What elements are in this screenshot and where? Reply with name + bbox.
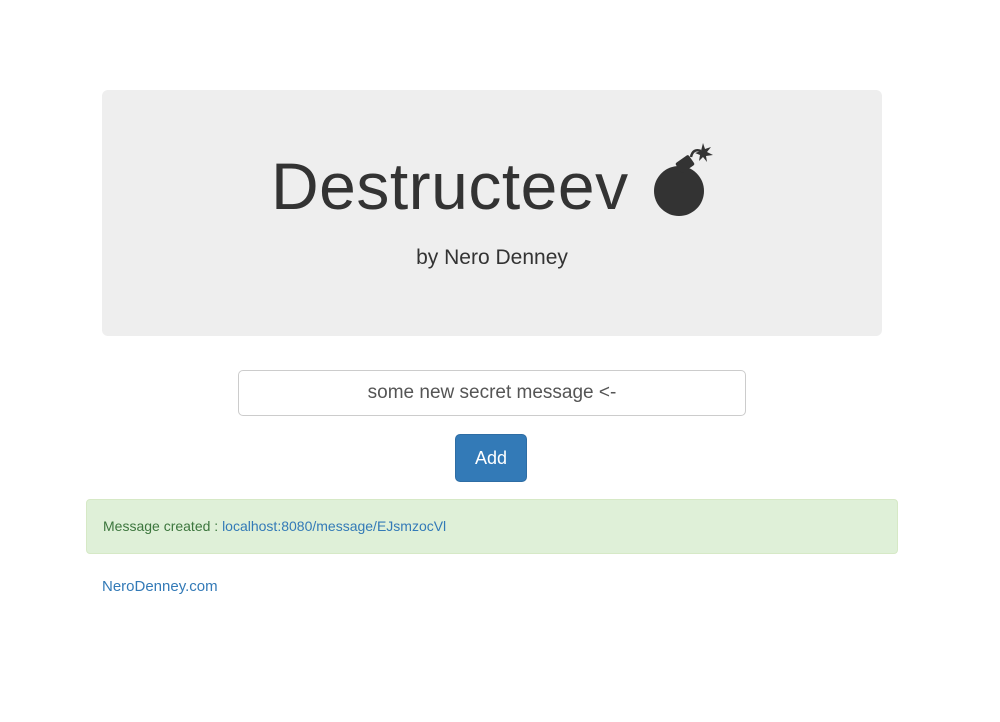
footer-link[interactable]: NeroDenney.com — [102, 578, 218, 595]
alert-prefix: Message created : — [103, 518, 219, 534]
header-panel: Destructeev by Nero Denney — [102, 90, 882, 336]
message-input[interactable] — [238, 370, 746, 416]
bomb-icon — [654, 143, 714, 216]
success-alert: Message created : localhost:8080/message… — [86, 499, 898, 554]
add-button[interactable]: Add — [455, 434, 527, 482]
title-row: Destructeev — [102, 143, 882, 224]
app-title: Destructeev — [270, 149, 629, 223]
message-link[interactable]: localhost:8080/message/EJsmzocVl — [222, 518, 446, 534]
subtitle: by Nero Denney — [416, 246, 568, 269]
page: Destructeev by Nero Denney Add Message c… — [0, 0, 1000, 722]
